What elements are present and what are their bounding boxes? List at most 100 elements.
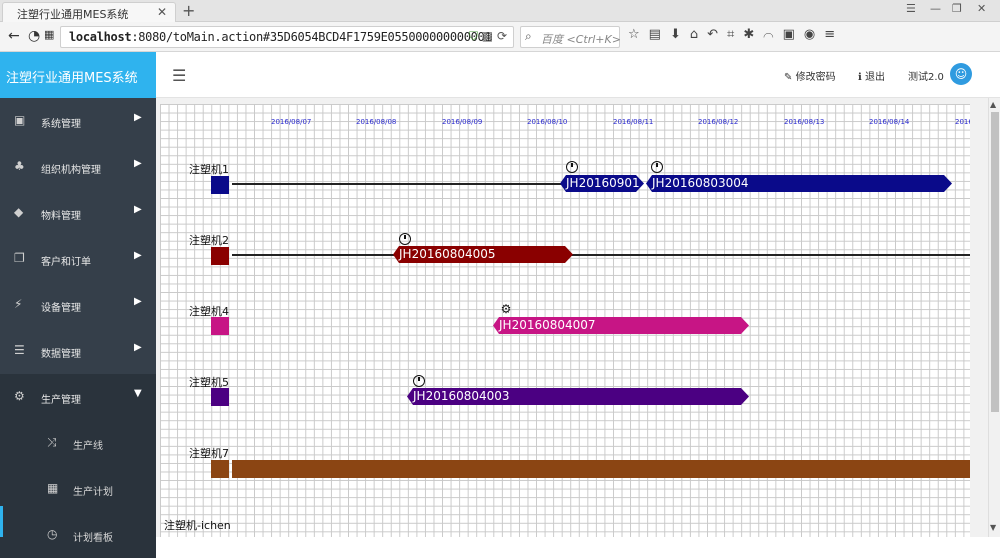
task-bar[interactable]: JH20160803004 [646,175,952,192]
chevron-right-icon: ▶ [134,250,142,261]
chat-icon: ◉ [803,27,825,42]
machine-swatch [211,317,229,335]
qr-icon: ▩ [481,29,494,43]
download-icon: ⬇ [669,27,690,42]
gantt-board: 2016/08/07 2016/08/08 2016/08/09 2016/08… [156,98,988,537]
clock-icon [413,375,425,387]
scroll-thumb[interactable] [991,112,999,412]
date-label: 2016/08/12 [698,118,739,126]
window-close-icon[interactable]: ✕ [977,2,986,15]
shuffle-icon: ⤨ [47,435,57,449]
task-bar[interactable]: JH20160901 [560,175,644,192]
machine-timeline [232,254,970,256]
avatar[interactable]: ☺ [950,63,972,85]
scroll-up-icon[interactable]: ▲ [990,100,996,109]
url-input[interactable]: localhost:8080/toMain.action#35D6054BCD4… [60,26,514,48]
new-tab-icon[interactable]: + [182,1,195,20]
clock-icon [399,233,411,245]
sidebar-item-customer-order[interactable]: ❐ 客户和订单 ▶ [0,236,156,282]
change-password-link[interactable]: ✎ 修改密码 [784,68,836,83]
book-icon: ▣ [14,113,26,127]
back-icon[interactable]: ← [8,28,20,44]
home-icon: ⌂ [689,27,708,42]
menu-icon: ≡ [824,27,845,42]
sidebar: ▣ 系统管理 ▶ ♣ 组织机构管理 ▶ ◆ 物料管理 ▶ ❐ 客户和订单 ▶ ⚡… [0,98,156,558]
clock-icon: ◷ [47,527,58,541]
sidebar-subitem-plan-board[interactable]: ◷ 计划看板 [0,512,156,558]
machine-label: 注塑机2 [189,234,229,247]
machine-swatch [211,176,229,194]
machine-label: 注塑机7 [189,447,229,460]
sidebar-subitem-production-line[interactable]: ⤨ 生产线 [0,420,156,466]
app-brand[interactable]: 注塑行业通用MES系统 [0,52,156,98]
date-label: 2016/08/08 [356,118,397,126]
chevron-right-icon: ▶ [134,204,142,215]
date-label: 2016/08/13 [784,118,825,126]
chevron-down-icon: ▼ [134,388,142,399]
address-bar: ← ◔ ▦ localhost:8080/toMain.action#35D60… [0,22,1000,52]
sidebar-subitem-production-plan[interactable]: ▦ 生产计划 [0,466,156,512]
clock-icon [566,161,578,173]
clock-icon [651,161,663,173]
hamburger-icon[interactable]: ☰ [172,66,186,85]
task-bar[interactable]: JH20160804005 [393,246,573,263]
url-path: :8080/toMain.action#35D6054BCD4F1759E055… [131,30,492,44]
active-indicator [0,506,3,537]
machine-swatch [211,460,229,478]
user-name[interactable]: 测试2.0 [908,68,944,83]
crop-icon: ⌗ [727,27,744,42]
sidebar-item-material[interactable]: ◆ 物料管理 ▶ [0,190,156,236]
app-topbar: ☰ ✎ 修改密码 ℹ 退出 测试2.0 ☺ [156,52,1000,98]
close-icon[interactable]: ✕ [157,5,167,19]
sidebar-item-organization[interactable]: ♣ 组织机构管理 ▶ [0,144,156,190]
reload-icon: ⟳ [496,29,507,43]
sidebar-item-data[interactable]: ☰ 数据管理 ▶ [0,328,156,374]
cogs-icon: ⚙ [500,302,512,316]
logout-link[interactable]: ℹ 退出 [858,68,885,83]
undo-icon: ↶ [707,27,728,42]
tab-title: 注塑行业通用MES系统 [17,8,129,21]
task-bar[interactable]: JH20160804007 [493,317,749,334]
rainbow-icon: ⌒ [763,27,783,42]
machine-label: 注塑机-ichen [164,519,231,532]
shield-icon[interactable]: ⛉ ▩ ⟳ [469,29,507,44]
chevron-right-icon: ▶ [134,112,142,123]
info-icon: ℹ [858,72,862,83]
machine-timeline [232,183,562,185]
task-bar[interactable] [232,460,970,478]
gantt-grid[interactable]: 2016/08/07 2016/08/08 2016/08/09 2016/08… [160,104,970,537]
page-icon[interactable]: ◔ [28,28,40,44]
restore-icon[interactable]: ❐ [952,2,962,15]
reader-icon: ▤ [648,27,670,42]
chevron-right-icon: ▶ [134,158,142,169]
edit-icon: ✎ [784,72,793,83]
menu-icon[interactable]: ☰ [906,2,916,15]
search-input[interactable]: ⌕ 百度 <Ctrl+K> [520,26,621,48]
date-label: 2016/08/09 [442,118,483,126]
minimize-icon[interactable]: — [930,2,941,15]
cube-icon: ◆ [14,205,24,219]
search-icon: ⌕ [525,29,532,43]
task-bar[interactable]: JH20160804003 [407,388,749,405]
date-label: 2016/08/10 [527,118,568,126]
cogs-icon: ⚙ [14,389,25,403]
date-label: 2016/08/14 [869,118,910,126]
scroll-down-icon[interactable]: ▼ [990,523,996,532]
toolbar-icons[interactable]: ☆▤⬇⌂↶⌗✱⌒▣◉≡ [628,27,844,42]
database-icon: ☰ [14,343,25,357]
date-label: 2016/08/11 [613,118,654,126]
sidebar-item-production[interactable]: ⚙ 生产管理 ▼ [0,374,156,420]
star-icon: ☆ [628,27,649,42]
grid-icon[interactable]: ▦ [44,28,54,41]
scrollbar[interactable]: ▲ ▼ [988,98,1000,537]
browser-tab-bar: 注塑行业通用MES系统 ✕ + ☰ — ❐ ✕ [0,0,1000,22]
sitemap-icon: ♣ [14,159,25,173]
sidebar-item-system[interactable]: ▣ 系统管理 ▶ [0,98,156,144]
browser-tab[interactable]: 注塑行业通用MES系统 ✕ [2,2,176,22]
sidebar-item-equipment[interactable]: ⚡ 设备管理 ▶ [0,282,156,328]
machine-swatch [211,247,229,265]
chevron-right-icon: ▶ [134,342,142,353]
extensions-icon: ✱ [743,27,764,42]
date-label: 2016/08/07 [271,118,312,126]
translate-icon: ▣ [782,27,804,42]
